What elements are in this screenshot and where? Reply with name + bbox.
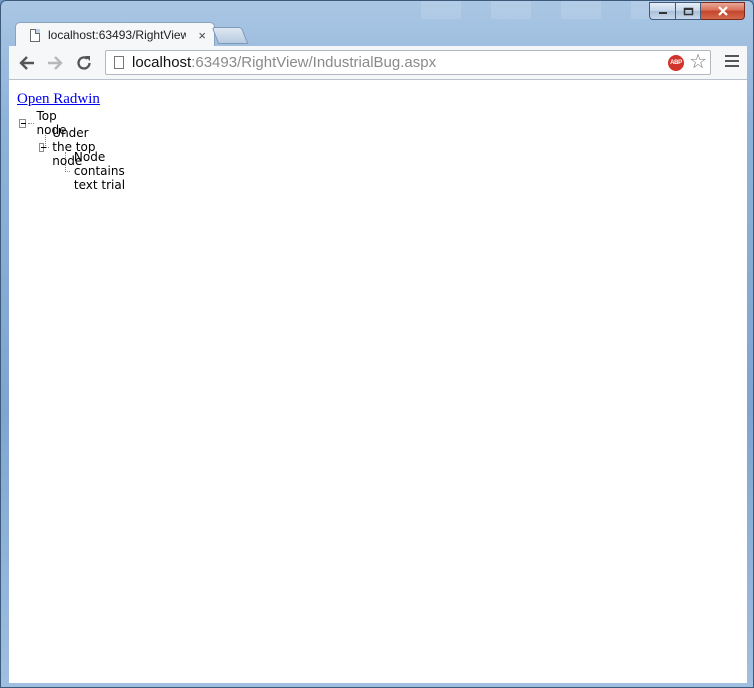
url-text[interactable]: localhost:63493/RightView/IndustrialBug.…: [132, 54, 436, 71]
tree-connector: [65, 170, 70, 172]
maximize-button[interactable]: [675, 2, 701, 20]
maximize-icon: [683, 7, 693, 15]
tab-title: localhost:63493/RightView: [48, 28, 186, 42]
close-icon: [717, 6, 728, 16]
hamburger-menu-icon[interactable]: [725, 55, 739, 69]
page-icon: [114, 56, 124, 69]
page-icon: [30, 28, 40, 42]
tree-connector: [45, 146, 50, 148]
tab-close-icon[interactable]: ×: [198, 29, 206, 42]
tree-node-label[interactable]: Node contains text trial: [74, 150, 132, 192]
browser-tab[interactable]: localhost:63493/RightView ×: [15, 22, 215, 47]
new-tab-button[interactable]: [211, 27, 249, 44]
browser-window-frame: localhost:63493/RightView × localhost:63…: [0, 0, 754, 688]
reload-button[interactable]: [74, 53, 94, 73]
tree-node-grandchild[interactable]: Node contains text trial: [65, 150, 132, 192]
collapse-icon[interactable]: [39, 142, 46, 152]
minimize-button[interactable]: [649, 2, 675, 20]
open-radwin-link[interactable]: Open Radwin: [17, 91, 100, 108]
browser-toolbar: localhost:63493/RightView/IndustrialBug.…: [9, 46, 747, 80]
adblock-icon[interactable]: ABP: [668, 55, 684, 71]
minimize-icon: [658, 12, 667, 14]
arrow-left-icon: [19, 56, 34, 70]
tab-strip: localhost:63493/RightView ×: [9, 21, 747, 47]
tree-connector: [27, 122, 34, 124]
collapse-icon[interactable]: [19, 118, 26, 128]
bookmark-star-icon[interactable]: ☆: [689, 52, 707, 72]
reload-icon: [77, 56, 91, 70]
arrow-right-icon: [48, 56, 63, 70]
window-controls: [649, 2, 745, 20]
back-button[interactable]: [17, 53, 37, 73]
close-window-button[interactable]: [701, 2, 745, 20]
address-bar[interactable]: localhost:63493/RightView/IndustrialBug.…: [105, 50, 711, 75]
forward-button[interactable]: [45, 53, 65, 73]
page-content: Open Radwin Top node Under the top node …: [9, 80, 747, 683]
